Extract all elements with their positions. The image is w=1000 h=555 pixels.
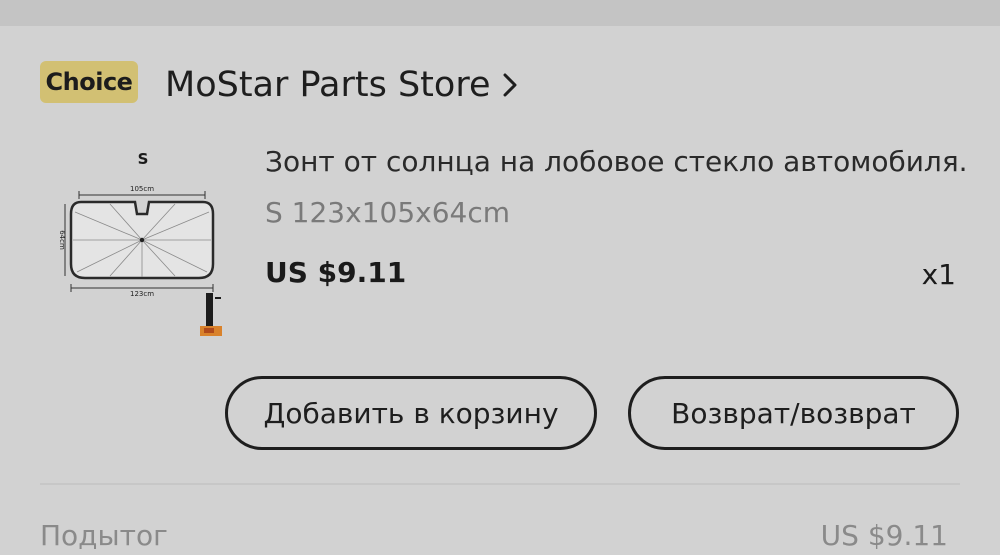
- thumb-size-label: S: [138, 150, 149, 168]
- store-link[interactable]: MoStar Parts Store: [165, 64, 518, 106]
- choice-badge: Choice: [40, 61, 138, 103]
- subtotal-value: US $9.11: [820, 519, 948, 552]
- product-price: US $9.11: [265, 256, 407, 289]
- thumb-height: 64cm: [58, 230, 66, 250]
- product-title[interactable]: Зонт от солнца на лобовое стекло автомоб…: [265, 145, 965, 178]
- product-thumbnail[interactable]: S 105cm 64cm 123cm: [55, 140, 235, 340]
- product-quantity: x1: [921, 258, 956, 291]
- thumb-width-bottom: 123cm: [130, 290, 154, 298]
- return-button[interactable]: Возврат/возврат: [628, 376, 959, 450]
- product-variant: S 123x105x64cm: [265, 196, 510, 229]
- add-to-cart-button[interactable]: Добавить в корзину: [225, 376, 597, 450]
- subtotal-label: Подытог: [40, 519, 168, 552]
- store-name: MoStar Parts Store: [165, 65, 491, 105]
- thumb-width-top: 105cm: [130, 185, 154, 193]
- chevron-right-icon: [502, 72, 518, 98]
- divider: [40, 483, 960, 485]
- top-band: [0, 0, 1000, 26]
